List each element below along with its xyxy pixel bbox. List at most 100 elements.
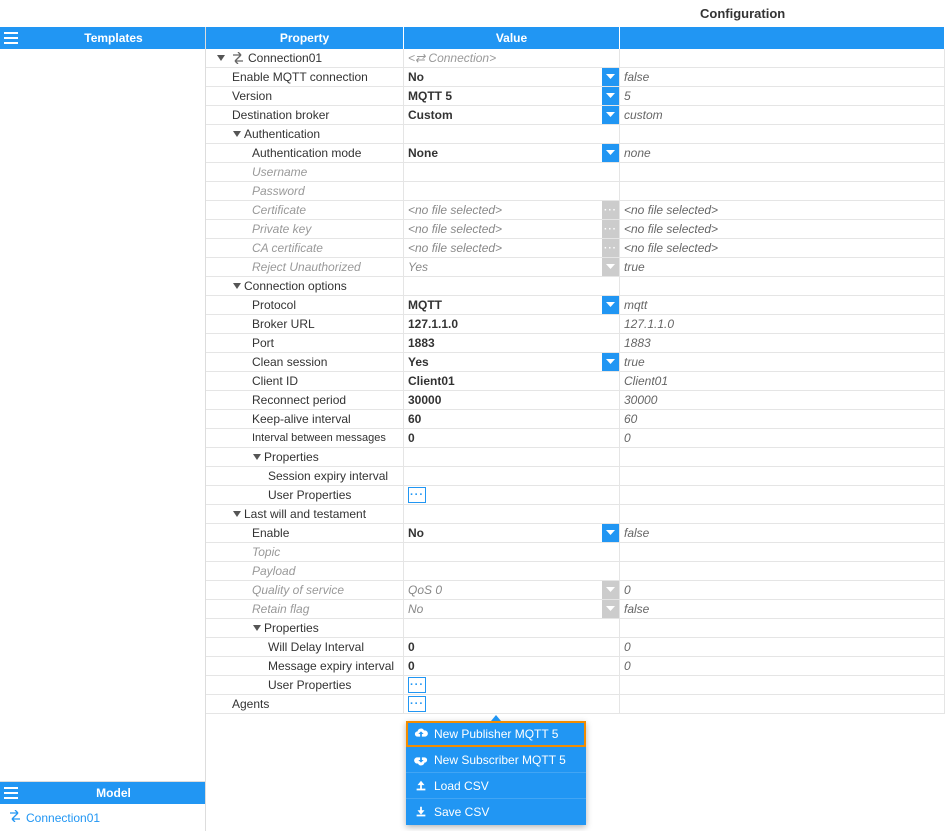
default: false	[624, 70, 649, 84]
value: 30000	[408, 393, 441, 407]
default: false	[624, 526, 649, 540]
row-retain-flag[interactable]: Retain flag No false	[206, 600, 945, 619]
row-connection-options[interactable]: Connection options	[206, 277, 945, 296]
dropdown-button[interactable]	[602, 581, 619, 599]
row-keepalive[interactable]: Keep-alive interval 60 60	[206, 410, 945, 429]
row-payload[interactable]: Payload	[206, 562, 945, 581]
row-version[interactable]: Version MQTT 5 5	[206, 87, 945, 106]
row-session-expiry[interactable]: Session expiry interval	[206, 467, 945, 486]
label: Clean session	[252, 355, 327, 369]
row-password[interactable]: Password	[206, 182, 945, 201]
agents-context-menu: New Publisher MQTT 5 New Subscriber MQTT…	[406, 721, 586, 825]
ellipsis-button[interactable]: ···	[408, 696, 426, 712]
expand-icon[interactable]	[216, 53, 226, 63]
row-certificate[interactable]: Certificate <no file selected> ··· <no f…	[206, 201, 945, 220]
row-agents[interactable]: Agents ···	[206, 695, 945, 714]
row-enable-mqtt[interactable]: Enable MQTT connection No false	[206, 68, 945, 87]
row-client-id[interactable]: Client ID Client01 Client01	[206, 372, 945, 391]
model-item-connection01[interactable]: Connection01	[4, 808, 205, 827]
default: 60	[624, 412, 637, 426]
row-user-properties-1[interactable]: User Properties ···	[206, 486, 945, 505]
row-qos[interactable]: Quality of service QoS 0 0	[206, 581, 945, 600]
expand-icon[interactable]	[252, 452, 262, 462]
row-protocol[interactable]: Protocol MQTT mqtt	[206, 296, 945, 315]
row-clean-session[interactable]: Clean session Yes true	[206, 353, 945, 372]
label: Authentication mode	[252, 146, 361, 160]
value: <no file selected>	[408, 241, 502, 255]
hamburger-icon[interactable]	[0, 27, 22, 49]
label: Interval between messages	[252, 432, 386, 444]
row-private-key[interactable]: Private key <no file selected> ··· <no f…	[206, 220, 945, 239]
ellipsis-button[interactable]: ···	[408, 487, 426, 503]
model-title: Model	[22, 786, 205, 800]
browse-button[interactable]: ···	[602, 201, 619, 219]
default: true	[624, 355, 645, 369]
value: MQTT	[408, 298, 442, 312]
expand-icon[interactable]	[232, 129, 242, 139]
row-user-properties-2[interactable]: User Properties ···	[206, 676, 945, 695]
menu-new-subscriber[interactable]: New Subscriber MQTT 5	[406, 747, 586, 773]
value: 0	[408, 659, 415, 673]
download-icon	[414, 805, 428, 819]
row-broker-url[interactable]: Broker URL 127.1.1.0 127.1.1.0	[206, 315, 945, 334]
row-will-delay[interactable]: Will Delay Interval 0 0	[206, 638, 945, 657]
menu-new-publisher[interactable]: New Publisher MQTT 5	[406, 721, 586, 747]
dropdown-button[interactable]	[602, 353, 619, 371]
row-destination-broker[interactable]: Destination broker Custom custom	[206, 106, 945, 125]
dropdown-button[interactable]	[602, 144, 619, 162]
menu-load-csv[interactable]: Load CSV	[406, 773, 586, 799]
label: Client ID	[252, 374, 298, 388]
value: <no file selected>	[408, 203, 502, 217]
label: User Properties	[268, 678, 351, 692]
default: true	[624, 260, 645, 274]
row-authentication[interactable]: Authentication	[206, 125, 945, 144]
row-properties-1[interactable]: Properties	[206, 448, 945, 467]
default: custom	[624, 108, 663, 122]
row-connection[interactable]: Connection01 <⇄ Connection>	[206, 49, 945, 68]
dropdown-button[interactable]	[602, 524, 619, 542]
row-lwt-enable[interactable]: Enable No false	[206, 524, 945, 543]
row-username[interactable]: Username	[206, 163, 945, 182]
expand-icon[interactable]	[232, 509, 242, 519]
dropdown-button[interactable]	[602, 87, 619, 105]
row-interval-between-messages[interactable]: Interval between messages 0 0	[206, 429, 945, 448]
templates-title: Templates	[22, 31, 205, 45]
col-default	[620, 27, 945, 49]
row-reject-unauthorized[interactable]: Reject Unauthorized Yes true	[206, 258, 945, 277]
label: Authentication	[244, 127, 320, 141]
row-lwt[interactable]: Last will and testament	[206, 505, 945, 524]
row-reconnect-period[interactable]: Reconnect period 30000 30000	[206, 391, 945, 410]
label: Private key	[252, 222, 311, 236]
row-port[interactable]: Port 1883 1883	[206, 334, 945, 353]
default: <no file selected>	[624, 222, 718, 236]
value: 0	[408, 640, 415, 654]
default: 30000	[624, 393, 657, 407]
ellipsis-button[interactable]: ···	[408, 677, 426, 693]
upload-icon	[414, 779, 428, 793]
row-topic[interactable]: Topic	[206, 543, 945, 562]
dropdown-button[interactable]	[602, 106, 619, 124]
value: MQTT 5	[408, 89, 452, 103]
default: 0	[624, 583, 631, 597]
row-ca-certificate[interactable]: CA certificate <no file selected> ··· <n…	[206, 239, 945, 258]
expand-icon[interactable]	[252, 623, 262, 633]
dropdown-button[interactable]	[602, 68, 619, 86]
default: <no file selected>	[624, 241, 718, 255]
value: No	[408, 602, 423, 616]
value: Yes	[408, 355, 429, 369]
menu-save-csv[interactable]: Save CSV	[406, 799, 586, 825]
dropdown-button[interactable]	[602, 258, 619, 276]
dropdown-button[interactable]	[602, 296, 619, 314]
expand-icon[interactable]	[232, 281, 242, 291]
menu-label: Save CSV	[434, 805, 489, 819]
row-auth-mode[interactable]: Authentication mode None none	[206, 144, 945, 163]
row-properties-2[interactable]: Properties	[206, 619, 945, 638]
label: Connection options	[244, 279, 347, 293]
dropdown-button[interactable]	[602, 600, 619, 618]
browse-button[interactable]: ···	[602, 220, 619, 238]
row-message-expiry[interactable]: Message expiry interval 0 0	[206, 657, 945, 676]
browse-button[interactable]: ···	[602, 239, 619, 257]
label: Keep-alive interval	[252, 412, 351, 426]
label: Port	[252, 336, 274, 350]
hamburger-icon[interactable]	[0, 782, 22, 804]
